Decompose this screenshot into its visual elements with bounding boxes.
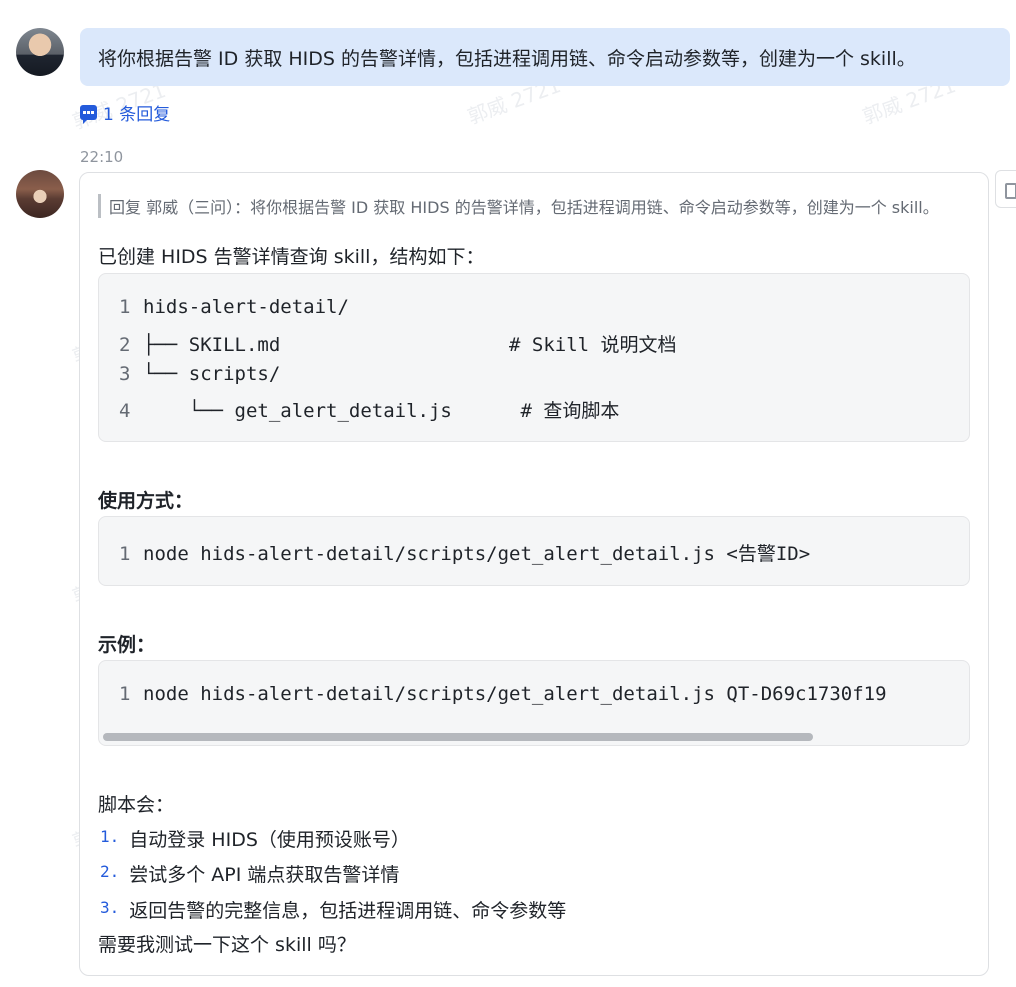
usage-heading: 使用方式： xyxy=(98,490,194,512)
list-item: 1. 自动登录 HIDS（使用预设账号） xyxy=(100,827,410,851)
thread-reply-count[interactable]: 1 条回复 xyxy=(80,100,170,125)
closing-text: 需要我测试一下这个 skill 吗？ xyxy=(98,934,356,956)
structure-code-block: 1 hids-alert-detail/ 2 ├── SKILL.md # Skil… xyxy=(98,273,970,442)
example-code-block: 1 node hids-alert-detail/scripts/get_aler… xyxy=(98,660,970,746)
list-item: 3. 返回告警的完整信息，包括进程调用链、命令参数等 xyxy=(100,898,567,922)
user-message-text: 将你根据告警 ID 获取 HIDS 的告警详情，包括进程调用链、命令启动参数等，… xyxy=(98,47,916,70)
user-avatar[interactable] xyxy=(16,28,64,76)
script-heading: 脚本会： xyxy=(98,794,175,816)
code-line: 2 ├── SKILL.md # Skill 说明文档 xyxy=(119,334,677,356)
reply-quote[interactable]: 回复 郭威（三问）：将你根据告警 ID 获取 HIDS 的告警详情，包括进程调用… xyxy=(98,194,970,218)
code-line: 1 node hids-alert-detail/scripts/get_aler… xyxy=(119,543,811,565)
list-item: 2. 尝试多个 API 端点获取告警详情 xyxy=(100,862,400,886)
code-line: 3 └── scripts/ xyxy=(119,363,281,385)
reply-count-label: 1 条回复 xyxy=(103,105,171,125)
user-message-bubble: 将你根据告警 ID 获取 HIDS 的告警详情，包括进程调用链、命令启动参数等，… xyxy=(80,28,1010,86)
intro-text: 已创建 HIDS 告警详情查询 skill，结构如下： xyxy=(98,246,485,268)
message-timestamp: 22:10 xyxy=(80,148,124,166)
example-heading: 示例： xyxy=(98,634,156,656)
code-line: 1 hids-alert-detail/ xyxy=(119,296,349,318)
code-line: 1 node hids-alert-detail/scripts/get_aler… xyxy=(119,683,887,705)
thumbs-up-icon xyxy=(1005,183,1016,199)
bot-avatar[interactable] xyxy=(16,170,64,218)
code-line: 4 └── get_alert_detail.js # 查询脚本 xyxy=(119,400,620,422)
usage-code-block: 1 node hids-alert-detail/scripts/get_aler… xyxy=(98,516,970,586)
comment-bubble-icon xyxy=(80,105,97,124)
horizontal-scrollbar[interactable] xyxy=(103,733,813,741)
reaction-button[interactable] xyxy=(995,170,1016,208)
